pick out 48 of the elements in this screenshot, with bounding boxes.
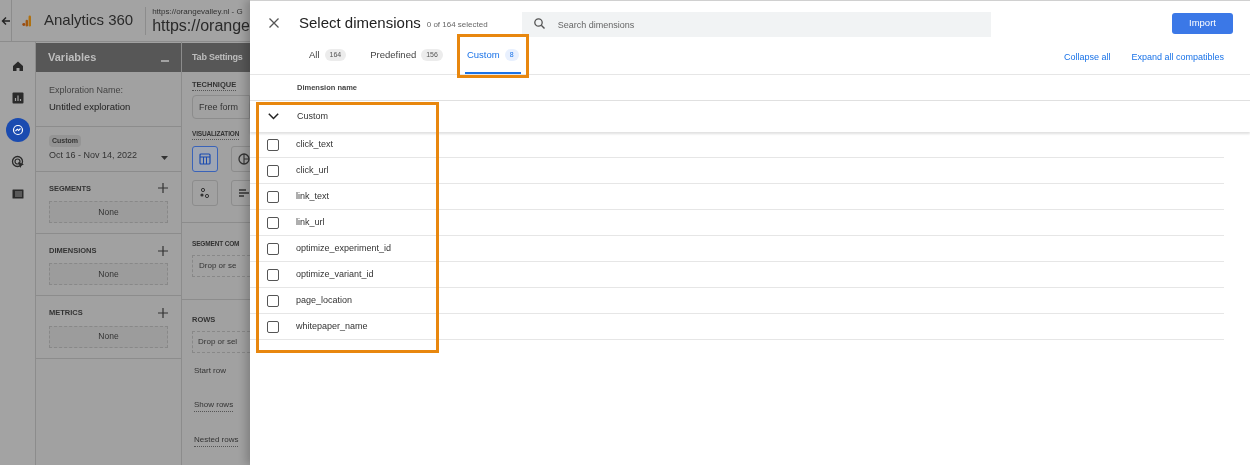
selection-count: 0 of 164 selected — [426, 18, 488, 31]
dimension-name: click_url — [296, 163, 329, 177]
dropdown-caret-icon[interactable] — [161, 155, 168, 160]
checkbox[interactable] — [267, 216, 279, 229]
option-label: Start row — [194, 365, 226, 377]
checkbox[interactable] — [267, 164, 279, 177]
close-icon[interactable] — [269, 18, 279, 28]
collapse-all-link[interactable]: Collapse all — [1063, 50, 1111, 64]
dimension-name: optimize_variant_id — [296, 267, 374, 281]
dimension-name: page_location — [296, 293, 353, 307]
dimension-name: optimize_experiment_id — [296, 241, 392, 255]
add-icon[interactable] — [158, 307, 168, 318]
search-icon — [533, 17, 545, 29]
field-label: Exploration Name: — [49, 84, 125, 97]
date-range[interactable]: Oct 16 - Nov 14, 2022 — [49, 149, 138, 163]
app-title: Analytics 360 — [43, 10, 134, 31]
expand-all-link[interactable]: Expand all compatibles — [1131, 50, 1224, 64]
checkbox[interactable] — [267, 268, 279, 281]
drop-zone[interactable]: None — [49, 325, 168, 348]
dimension-name: whitepaper_name — [296, 319, 368, 333]
checkbox[interactable] — [267, 320, 279, 333]
checkbox[interactable] — [267, 294, 279, 307]
dimension-name: click_text — [296, 137, 333, 151]
checkbox[interactable] — [267, 242, 279, 255]
option-label: Nested rows — [194, 434, 239, 447]
option-label: Show rows — [194, 399, 234, 412]
back-arrow-icon[interactable] — [0, 15, 11, 26]
url-heading: https://orange — [152, 16, 250, 35]
import-button[interactable]: Import — [1172, 12, 1233, 34]
add-icon[interactable] — [158, 183, 168, 194]
scatter-icon[interactable] — [192, 180, 218, 206]
dialog-title: Select dimensions — [299, 12, 421, 33]
dimension-name: link_text — [296, 189, 330, 203]
add-icon[interactable] — [158, 245, 168, 256]
drop-zone[interactable]: None — [49, 201, 168, 223]
panel-title: Variables — [48, 50, 97, 66]
checkbox[interactable] — [267, 138, 279, 151]
drop-zone[interactable]: None — [49, 263, 168, 286]
checkbox[interactable] — [267, 190, 279, 203]
search-field[interactable]: Search dimensions — [521, 12, 991, 37]
table-icon[interactable] — [192, 146, 218, 172]
exploration-name[interactable]: Untitled exploration — [49, 99, 168, 114]
url-text: https://orangevalley.nl - G — [152, 6, 244, 17]
panel-title: Tab Settings — [192, 50, 243, 64]
dimension-name: link_url — [296, 215, 325, 229]
chevron-icon[interactable] — [268, 113, 279, 120]
group-header-row[interactable]: Custom — [250, 101, 1250, 132]
group-label: Custom — [297, 109, 328, 123]
